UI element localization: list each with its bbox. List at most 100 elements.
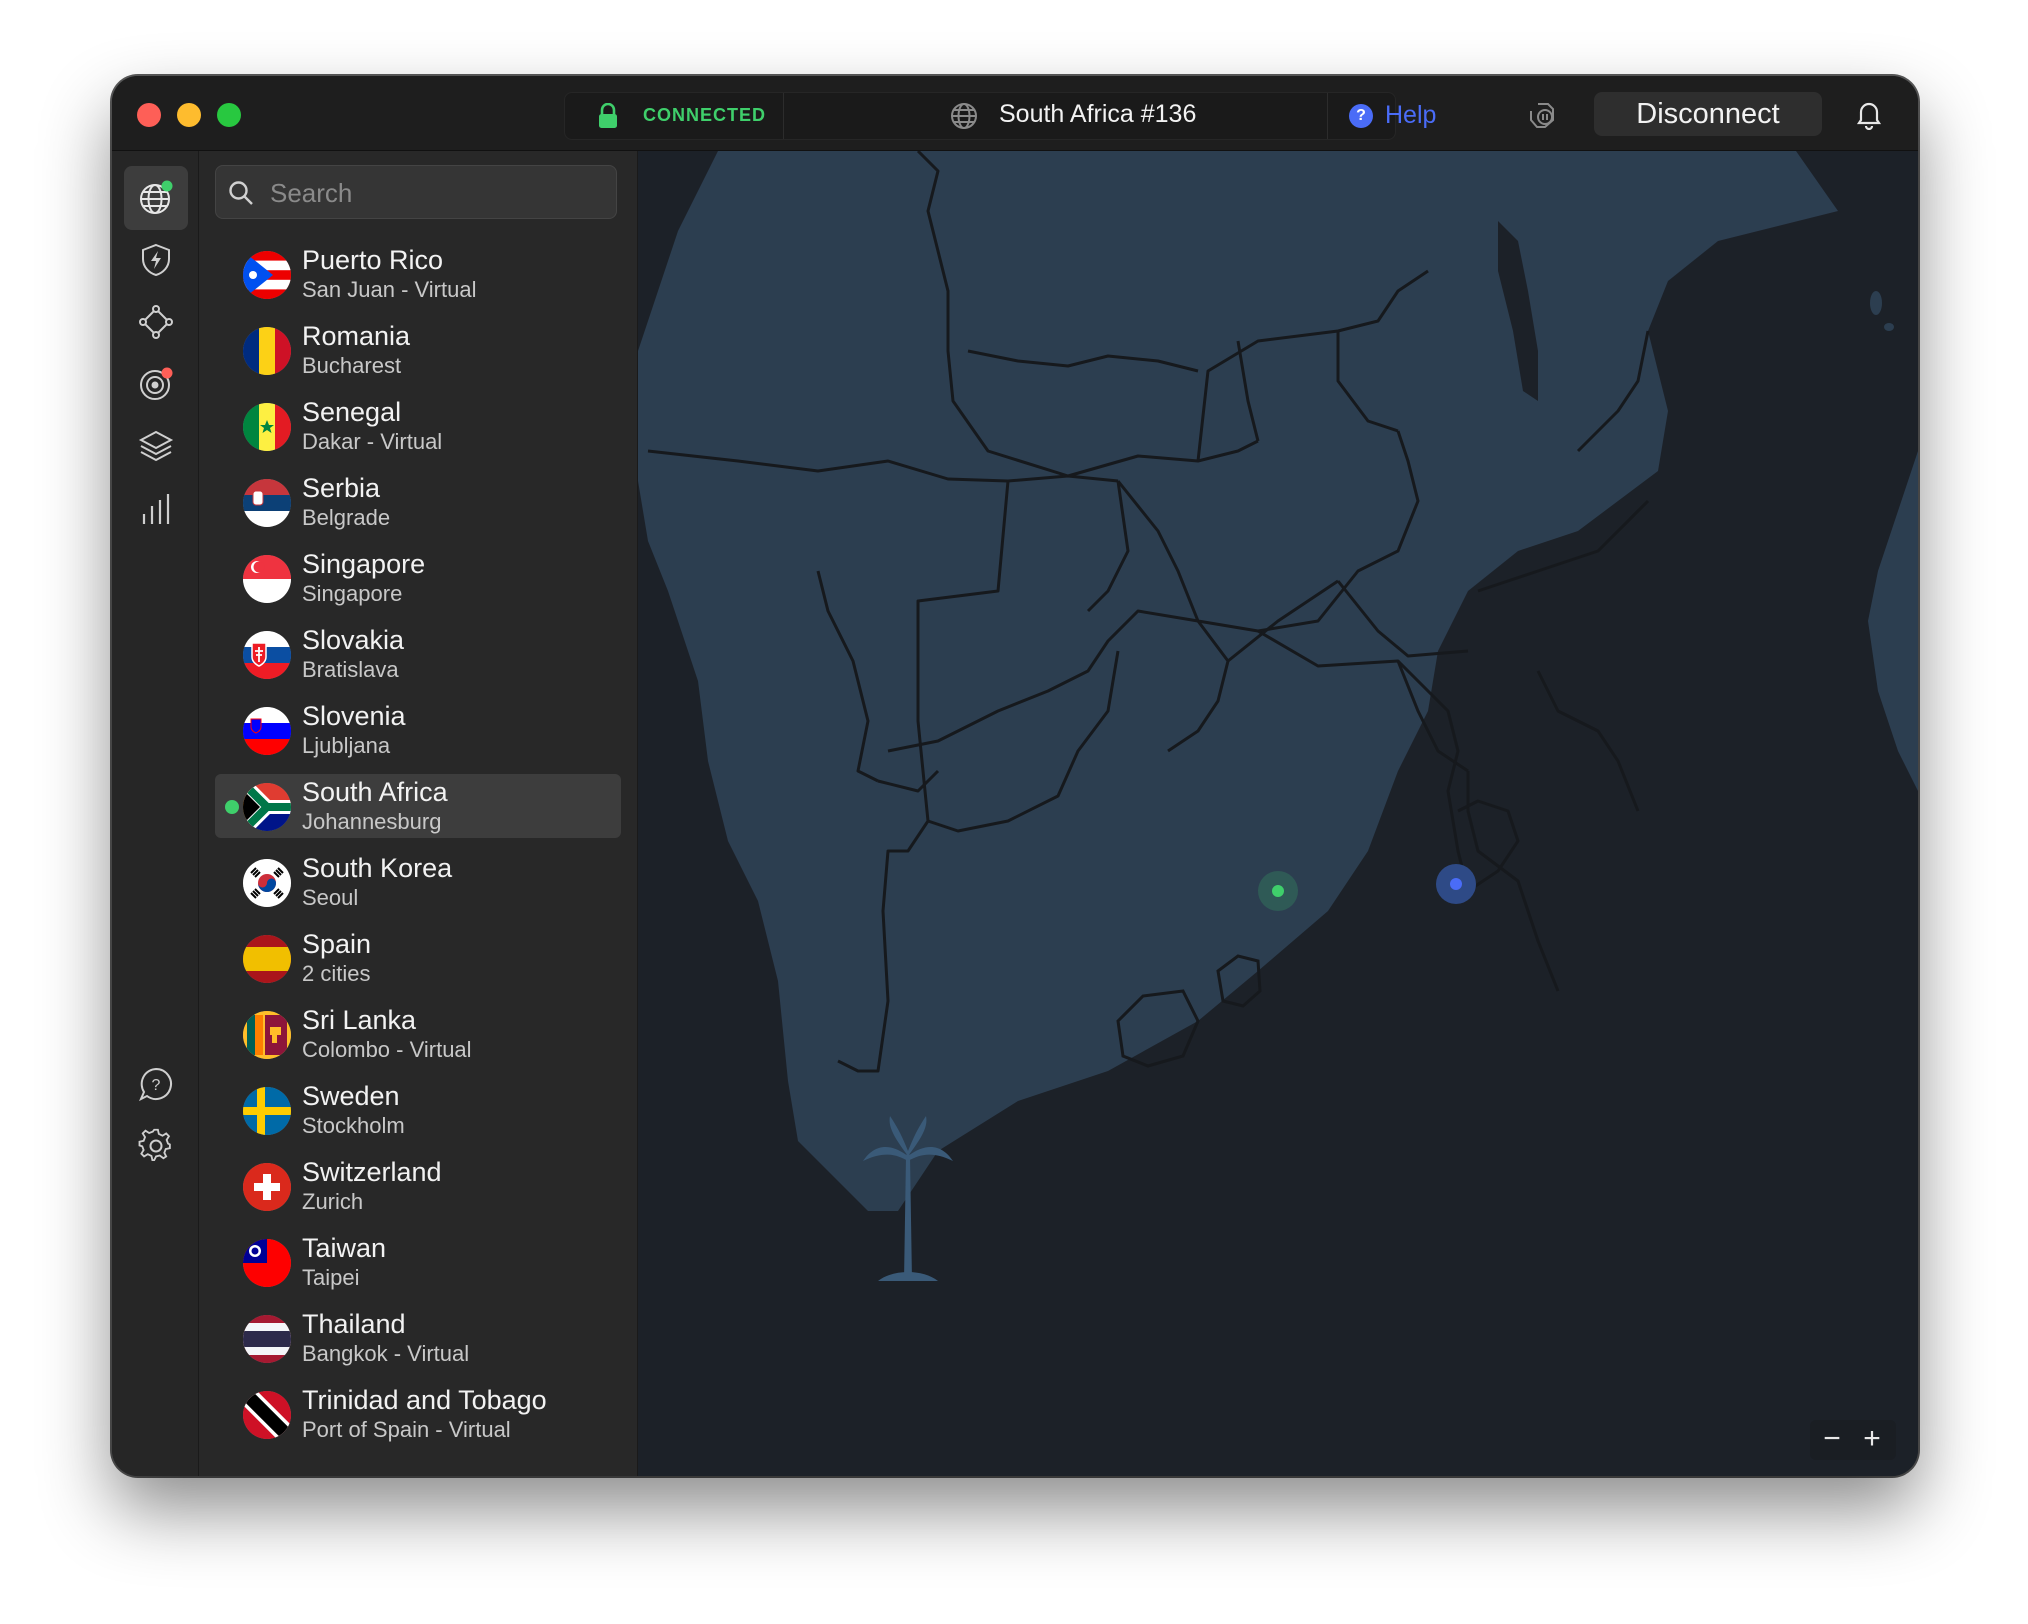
city-name: Dakar - Virtual — [302, 429, 443, 454]
flag-icon — [243, 935, 291, 983]
country-item[interactable]: Spain 2 cities — [215, 926, 621, 990]
city-name: Seoul — [302, 885, 359, 910]
map-zoom-controls: − + — [1810, 1420, 1896, 1460]
disconnect-button[interactable]: Disconnect — [1594, 92, 1822, 136]
meshnet-icon — [139, 305, 173, 339]
country-name: Puerto Rico — [302, 245, 444, 275]
navigation-rail: ? — [112, 151, 199, 1476]
nav-threat-protection-button[interactable] — [124, 228, 188, 292]
globe-icon — [140, 180, 173, 214]
flag-icon — [243, 251, 291, 299]
country-name: Sweden — [302, 1081, 400, 1111]
flag-icon — [243, 1239, 291, 1287]
country-item[interactable]: Singapore Singapore — [215, 546, 621, 610]
help-link[interactable]: Help — [1385, 101, 1436, 130]
shield-bolt-icon — [142, 243, 170, 277]
island — [1870, 291, 1882, 315]
flag-icon — [243, 783, 291, 831]
nav-specialty-servers-button[interactable] — [124, 414, 188, 478]
flag-icon — [243, 403, 291, 451]
flag-icon — [243, 1391, 291, 1439]
search-box — [215, 165, 617, 220]
layers-icon — [138, 430, 174, 462]
flag-icon — [243, 479, 291, 527]
country-item[interactable]: Slovenia Ljubljana — [215, 698, 621, 762]
flag-icon — [243, 859, 291, 907]
search-icon — [229, 181, 253, 205]
radar-icon — [140, 367, 173, 400]
pause-shield-icon[interactable] — [1525, 98, 1559, 132]
island — [1884, 323, 1894, 331]
country-item[interactable]: South Korea Seoul — [215, 850, 621, 914]
country-item[interactable]: Serbia Belgrade — [215, 470, 621, 534]
flag-icon — [243, 1011, 291, 1059]
lock-icon — [599, 103, 617, 128]
flag-icon — [243, 1315, 291, 1363]
country-name: Slovenia — [302, 701, 406, 731]
city-name: San Juan - Virtual — [302, 277, 477, 302]
connection-status: CONNECTED — [643, 105, 767, 125]
flag-icon — [243, 631, 291, 679]
flag-icon — [243, 1087, 291, 1135]
nav-servers-button[interactable] — [124, 166, 188, 230]
world-map[interactable]: − + — [638, 151, 1918, 1476]
country-item[interactable]: South Africa Johannesburg — [215, 774, 621, 838]
country-item[interactable]: Puerto Rico San Juan - Virtual — [215, 242, 621, 306]
nav-meshnet-button[interactable] — [124, 290, 188, 354]
country-item[interactable]: Romania Bucharest — [215, 318, 621, 382]
notifications-bell-icon[interactable] — [1854, 98, 1884, 130]
country-item[interactable]: Switzerland Zurich — [215, 1154, 621, 1218]
connection-status-bar: CONNECTED South Africa #136 ? Help — [564, 92, 1436, 140]
zoom-in-button[interactable]: + — [1852, 1422, 1892, 1456]
country-item[interactable]: Senegal Dakar - Virtual — [215, 394, 621, 458]
country-name: South Africa — [302, 777, 448, 807]
country-item[interactable]: Thailand Bangkok - Virtual — [215, 1306, 621, 1370]
country-name: Taiwan — [302, 1233, 387, 1263]
title-bar: CONNECTED South Africa #136 ? Help Disco… — [112, 76, 1918, 151]
country-item[interactable]: Trinidad and Tobago Port of Spain - Virtu… — [215, 1382, 621, 1446]
stats-icon — [142, 494, 170, 524]
svg-text:?: ? — [152, 1077, 161, 1094]
map-canvas — [638, 151, 1918, 1281]
country-name: Serbia — [302, 473, 381, 503]
country-name: Trinidad and Tobago — [302, 1385, 547, 1415]
flag-icon — [243, 1163, 291, 1211]
minimize-window-button[interactable] — [177, 103, 201, 127]
country-item[interactable]: Sweden Stockholm — [215, 1078, 621, 1142]
zoom-window-button[interactable] — [217, 103, 241, 127]
africa-landmass — [638, 151, 1838, 1211]
country-name: Sri Lanka — [302, 1005, 417, 1035]
city-name: Johannesburg — [302, 809, 442, 834]
country-name: Switzerland — [302, 1157, 442, 1187]
country-name: Slovakia — [302, 625, 405, 655]
city-name: Bratislava — [302, 657, 399, 682]
country-list: Puerto Rico San Juan - Virtual Romania Buch… — [199, 242, 637, 1458]
madagascar-landmass — [1868, 451, 1918, 791]
country-item[interactable]: Slovakia Bratislava — [215, 622, 621, 686]
nav-settings-button[interactable] — [124, 1114, 188, 1178]
zoom-out-button[interactable]: − — [1812, 1422, 1852, 1456]
city-name: Belgrade — [302, 505, 391, 530]
close-window-button[interactable] — [137, 103, 161, 127]
flag-icon — [243, 327, 291, 375]
city-name: Bangkok - Virtual — [302, 1341, 470, 1366]
nav-help-button[interactable]: ? — [124, 1052, 188, 1116]
city-name: Zurich — [302, 1189, 364, 1214]
country-name: Romania — [302, 321, 411, 351]
nav-dark-web-monitor-button[interactable] — [124, 352, 188, 416]
country-item[interactable]: Taiwan Taipei — [215, 1230, 621, 1294]
country-name: South Korea — [302, 853, 453, 883]
globe-icon — [951, 103, 977, 129]
city-name: Singapore — [302, 581, 403, 606]
nav-statistics-button[interactable] — [124, 476, 188, 540]
help-icon: ? — [1349, 104, 1373, 128]
search-input[interactable] — [268, 166, 612, 220]
country-item[interactable]: Sri Lanka Colombo - Virtual — [215, 1002, 621, 1066]
city-name: Ljubljana — [302, 733, 391, 758]
city-name: Colombo - Virtual — [302, 1037, 472, 1062]
city-name: 2 cities — [302, 961, 371, 986]
server-name: South Africa #136 — [999, 100, 1197, 128]
country-name: Thailand — [302, 1309, 406, 1339]
city-name: Taipei — [302, 1265, 360, 1290]
country-name: Senegal — [302, 397, 402, 427]
